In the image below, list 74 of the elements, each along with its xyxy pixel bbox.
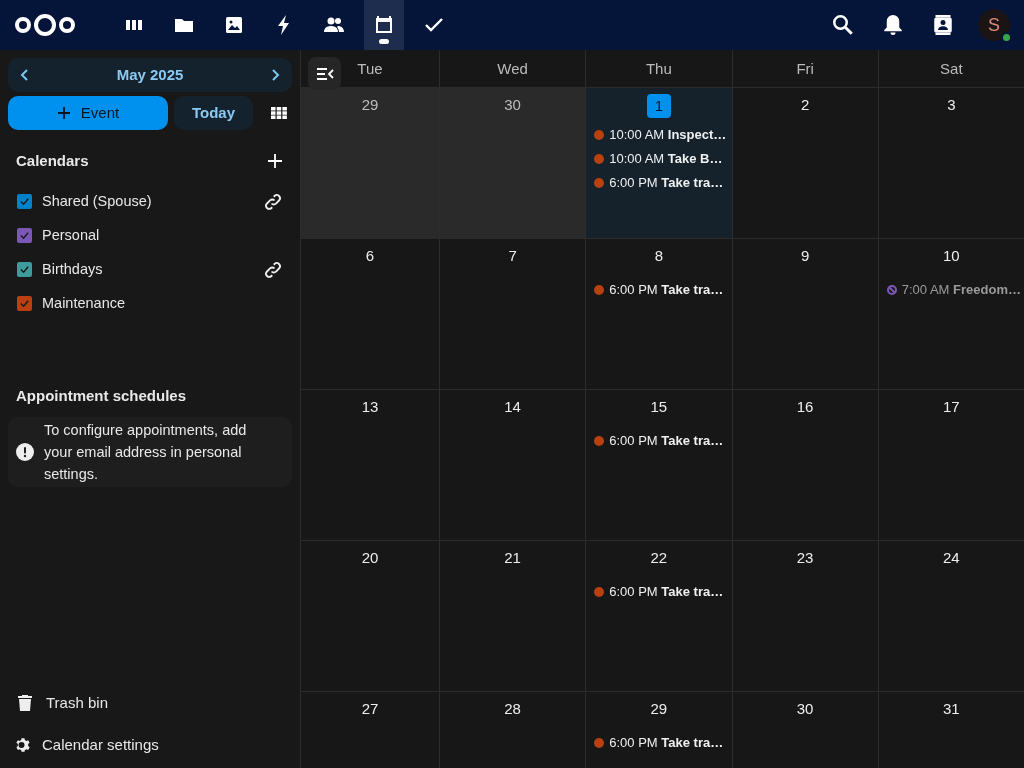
grid-view-icon[interactable] — [271, 107, 287, 119]
date-number: 10 — [943, 246, 960, 265]
link-icon[interactable] — [264, 260, 282, 279]
date-number: 15 — [650, 397, 668, 416]
new-event-button[interactable]: Event — [8, 96, 168, 130]
calendar-checkbox[interactable] — [17, 194, 32, 209]
collapse-sidebar-icon — [315, 66, 334, 81]
date-number: 29 — [361, 95, 379, 114]
calendar-event[interactable]: 6:00 PM Take tra… — [594, 173, 724, 193]
date-number: 21 — [504, 548, 521, 567]
date-number: 20 — [361, 548, 379, 567]
weekday-header: Thu — [645, 58, 672, 79]
trash-bin-item[interactable]: Trash bin — [8, 686, 292, 720]
logo-icon[interactable] — [14, 13, 76, 37]
trash-icon — [18, 695, 32, 711]
link-icon[interactable] — [264, 192, 282, 211]
calendar-item[interactable]: Shared (Spouse) — [8, 184, 292, 219]
month-label[interactable]: May 2025 — [116, 63, 184, 87]
today-date-badge: 1 — [646, 94, 671, 118]
calendars-heading: Calendars — [16, 151, 89, 171]
checkmark-icon — [19, 298, 30, 309]
calendar-event[interactable]: 10:00 AM Take B… — [594, 149, 724, 169]
date-number: 2 — [800, 95, 810, 114]
checkmark-icon — [19, 264, 30, 275]
calendar-icon[interactable] — [364, 0, 404, 50]
calendar-item[interactable]: Personal — [8, 218, 292, 253]
sidebar-toggle-button[interactable] — [308, 57, 341, 90]
calendar-item[interactable]: Birthdays — [8, 252, 292, 287]
calendar-name: Personal — [42, 225, 101, 245]
date-number: 30 — [504, 95, 521, 114]
date-number: 24 — [943, 548, 960, 567]
calendar-settings-item[interactable]: Calendar settings — [8, 728, 292, 762]
appointment-schedules-heading: Appointment schedules — [15, 385, 188, 406]
weekday-header: Wed — [497, 58, 528, 79]
date-number: 8 — [654, 246, 664, 265]
date-number: 29 — [650, 699, 668, 718]
calendar-event[interactable]: 6:00 PM Take tra… — [594, 280, 724, 300]
date-number: 30 — [796, 699, 814, 718]
date-number: 14 — [504, 397, 521, 416]
weekday-header: Sat — [940, 58, 963, 79]
date-number: 13 — [361, 397, 379, 416]
calendar-event[interactable]: 10:00 AM Inspect… — [594, 125, 724, 145]
date-number: 23 — [796, 548, 814, 567]
settings-icon — [14, 736, 32, 754]
date-number: 17 — [943, 397, 960, 416]
calendar-name: Birthdays — [42, 259, 104, 279]
date-number: 31 — [943, 699, 960, 718]
date-number: 6 — [365, 246, 375, 265]
calendar-checkbox[interactable] — [17, 296, 32, 311]
checkmark-icon — [19, 196, 30, 207]
date-number: 16 — [796, 397, 814, 416]
add-calendar-icon[interactable] — [268, 154, 282, 169]
calendar-event[interactable]: 6:00 PM Take tra… — [594, 582, 724, 602]
calendar-name: Shared (Spouse) — [42, 191, 153, 211]
date-number: 9 — [800, 246, 810, 265]
calendar-name: Maintenance — [42, 293, 127, 313]
weekday-header: Tue — [357, 58, 383, 79]
calendar-event[interactable]: 6:00 PM Take tra… — [594, 733, 724, 753]
date-number: 3 — [947, 95, 956, 114]
calendar-item[interactable]: Maintenance — [8, 286, 292, 321]
exclamation-icon — [16, 443, 34, 461]
date-number: 27 — [361, 699, 379, 718]
weekday-header: Fri — [796, 58, 814, 79]
calendar-event[interactable]: 6:00 PM Take tra… — [594, 431, 724, 451]
plus-icon — [56, 106, 71, 120]
calendar-checkbox[interactable] — [17, 262, 32, 277]
checkmark-icon — [19, 230, 30, 241]
date-number: 7 — [508, 246, 517, 265]
date-number: 28 — [504, 699, 521, 718]
today-button[interactable]: Today — [174, 96, 253, 130]
date-number: 22 — [650, 548, 668, 567]
user-avatar[interactable]: S — [978, 9, 1010, 41]
notice-text: To configure appointments, add your email address in personal settings. — [44, 421, 248, 484]
calendar-checkbox[interactable] — [17, 228, 32, 243]
